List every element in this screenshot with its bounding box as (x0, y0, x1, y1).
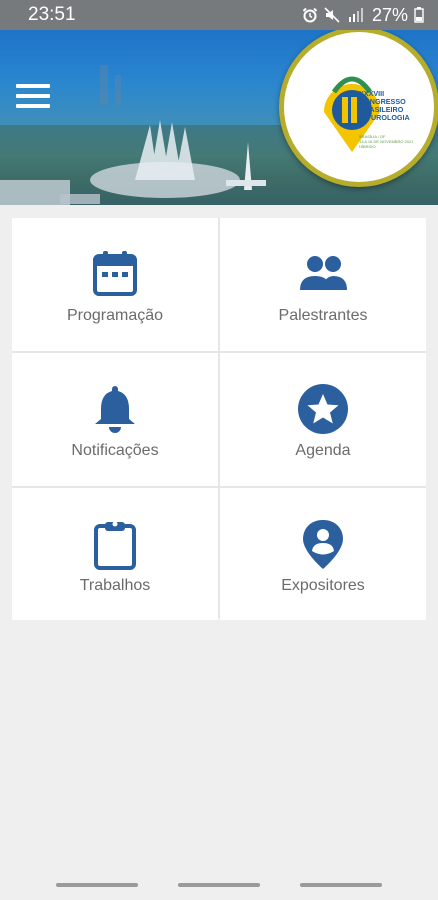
calendar-icon (89, 248, 141, 300)
status-time: 23:51 (28, 4, 76, 25)
location-pin-person-icon (297, 518, 349, 570)
tile-agenda[interactable]: Agenda (220, 353, 426, 486)
tile-label: Notificações (71, 442, 159, 459)
signal-icon (346, 7, 366, 23)
hamburger-menu-icon[interactable] (16, 84, 50, 112)
tile-label: Agenda (295, 442, 351, 459)
clipboard-icon (89, 518, 141, 570)
tile-label: Expositores (281, 577, 365, 594)
nav-recents-handle[interactable] (56, 883, 138, 887)
people-icon (297, 248, 349, 300)
alarm-icon (302, 7, 318, 23)
bell-icon (89, 383, 141, 435)
tile-notificacoes[interactable]: Notificações (12, 353, 218, 486)
tile-label: Programação (66, 307, 164, 324)
congress-logo: XXXVIII CONGRESSO BRASILEIRO DE UROLOGIA… (279, 27, 438, 187)
battery-percent: 27% (371, 4, 408, 25)
nav-home-handle[interactable] (178, 883, 260, 887)
logo-subtitle: BRASÍLIA / DF 13 A 16 DE NOVEMBRO 2021 H… (359, 134, 414, 149)
tile-programacao[interactable]: Programação (12, 218, 218, 351)
star-circle-icon (297, 383, 349, 435)
status-icons: 27% (302, 5, 424, 26)
battery-icon (414, 7, 424, 23)
mute-icon (324, 7, 340, 23)
system-nav-bar (0, 876, 438, 900)
menu-grid: Programação Palestrantes Notificações Ag… (12, 218, 426, 620)
tile-palestrantes[interactable]: Palestrantes (220, 218, 426, 351)
logo-title: XXXVIII CONGRESSO BRASILEIRO DE UROLOGIA (359, 89, 410, 122)
tile-trabalhos[interactable]: Trabalhos (12, 488, 218, 620)
tile-label: Trabalhos (79, 577, 151, 594)
nav-back-handle[interactable] (300, 883, 382, 887)
tile-label: Palestrantes (278, 307, 368, 324)
status-bar: 23:51 27% (0, 0, 438, 30)
tile-expositores[interactable]: Expositores (220, 488, 426, 620)
